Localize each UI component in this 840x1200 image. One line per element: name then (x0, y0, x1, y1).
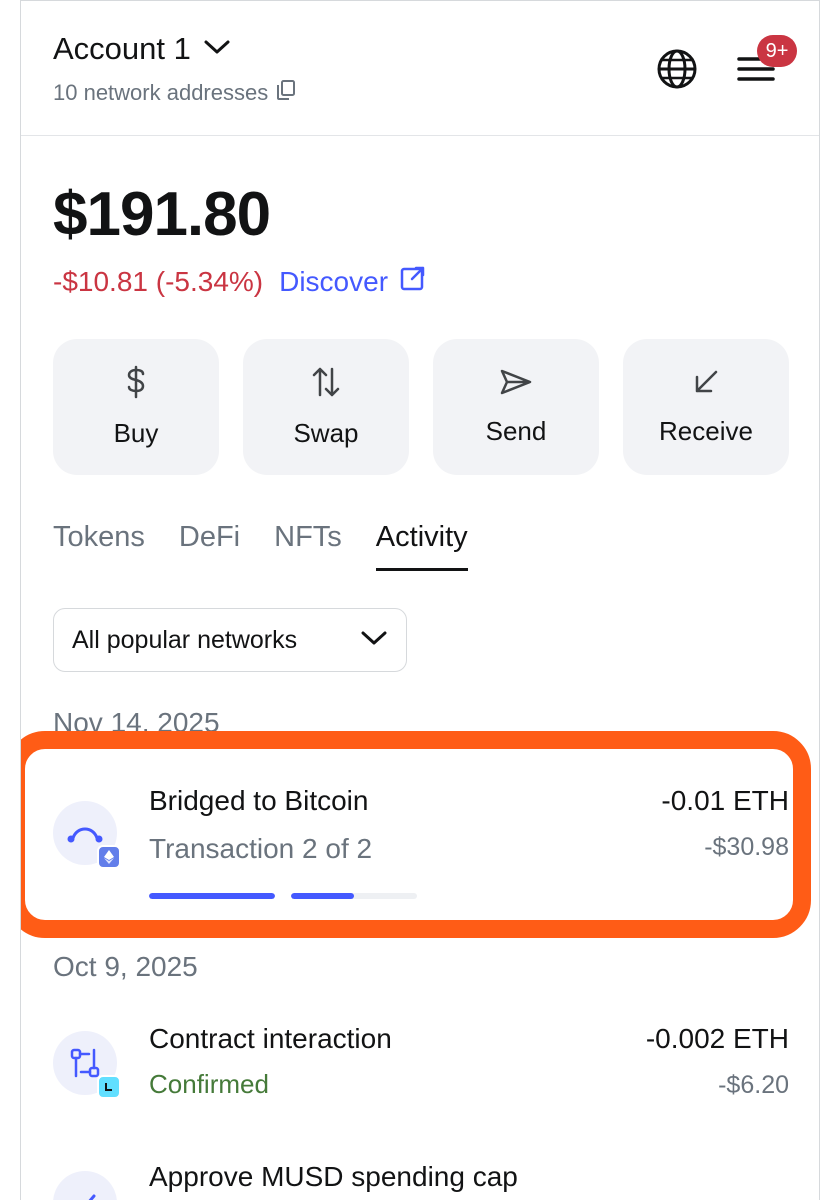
discover-link[interactable]: Discover (279, 265, 426, 298)
activity-amount: -0.01 ETH (661, 785, 789, 816)
dollar-icon (124, 365, 148, 404)
balance-change-row: -$10.81 (-5.34%) Discover (53, 265, 426, 298)
progress-step-2-fill (291, 893, 354, 899)
activity-item-bridge[interactable]: Bridged to Bitcoin Transaction 2 of 2 -0… (53, 785, 789, 907)
progress-step-1-fill (149, 893, 275, 899)
send-button[interactable]: Send (433, 339, 599, 475)
receive-arrow-icon (691, 367, 721, 402)
swap-label: Swap (293, 418, 359, 448)
network-addresses-label: 10 network addresses (53, 80, 269, 105)
account-selector[interactable]: Account 1 (53, 31, 231, 67)
tab-defi[interactable]: DeFi (179, 521, 240, 571)
progress-step-1 (149, 893, 275, 899)
chevron-down-icon (203, 37, 231, 62)
network-filter-dropdown[interactable]: All popular networks (53, 608, 407, 672)
tab-tokens[interactable]: Tokens (53, 521, 145, 571)
progress-step-2 (291, 893, 417, 899)
activity-amount: -0.002 ETH (645, 1023, 789, 1054)
activity-item-approve[interactable]: Approve MUSD spending cap (53, 1161, 789, 1200)
external-link-icon (400, 265, 426, 298)
swap-arrows-icon (311, 365, 341, 404)
asset-tabs: Tokens DeFi NFTs Activity (53, 521, 468, 571)
action-buttons: Buy Swap Send Receive (53, 339, 789, 475)
tab-nfts[interactable]: NFTs (274, 521, 342, 571)
network-filter-label: All popular networks (72, 625, 298, 654)
total-balance: $191.80 (53, 180, 271, 249)
activity-fiat: -$30.98 (704, 833, 789, 861)
receive-label: Receive (659, 416, 753, 446)
balance-change: -$10.81 (-5.34%) (53, 265, 264, 297)
wallet-panel: Account 1 10 network addresses 9+ $191.8… (20, 0, 820, 1200)
ethereum-network-icon (97, 845, 121, 869)
tab-activity[interactable]: Activity (375, 521, 468, 571)
activity-subtitle: Transaction 2 of 2 (149, 833, 373, 864)
discover-label: Discover (279, 265, 389, 297)
activity-item-contract[interactable]: Contract interaction Confirmed -0.002 ET… (53, 1023, 789, 1117)
activity-title: Bridged to Bitcoin (149, 785, 369, 816)
linea-network-icon (97, 1075, 121, 1099)
network-addresses-button[interactable]: 10 network addresses (53, 79, 296, 107)
swap-button[interactable]: Swap (243, 339, 409, 475)
copy-icon (276, 79, 296, 107)
notification-badge[interactable]: 9+ (757, 35, 797, 67)
contract-interaction-icon (53, 1031, 121, 1099)
activity-status: Confirmed (149, 1069, 269, 1099)
buy-button[interactable]: Buy (53, 339, 219, 475)
globe-icon[interactable] (655, 47, 699, 91)
activity-title: Contract interaction (149, 1023, 392, 1054)
chevron-down-icon (360, 626, 388, 655)
activity-title: Approve MUSD spending cap (149, 1161, 518, 1192)
approve-icon (53, 1171, 117, 1200)
transaction-progress (149, 893, 417, 899)
activity-fiat: -$6.20 (718, 1071, 789, 1099)
send-label: Send (485, 416, 547, 446)
header: Account 1 10 network addresses 9+ (21, 1, 819, 136)
activity-date-header: Oct 9, 2025 (53, 951, 198, 982)
send-icon (499, 367, 533, 402)
buy-label: Buy (113, 418, 159, 448)
receive-button[interactable]: Receive (623, 339, 789, 475)
bridge-icon (53, 801, 121, 869)
account-name: Account 1 (53, 31, 191, 66)
